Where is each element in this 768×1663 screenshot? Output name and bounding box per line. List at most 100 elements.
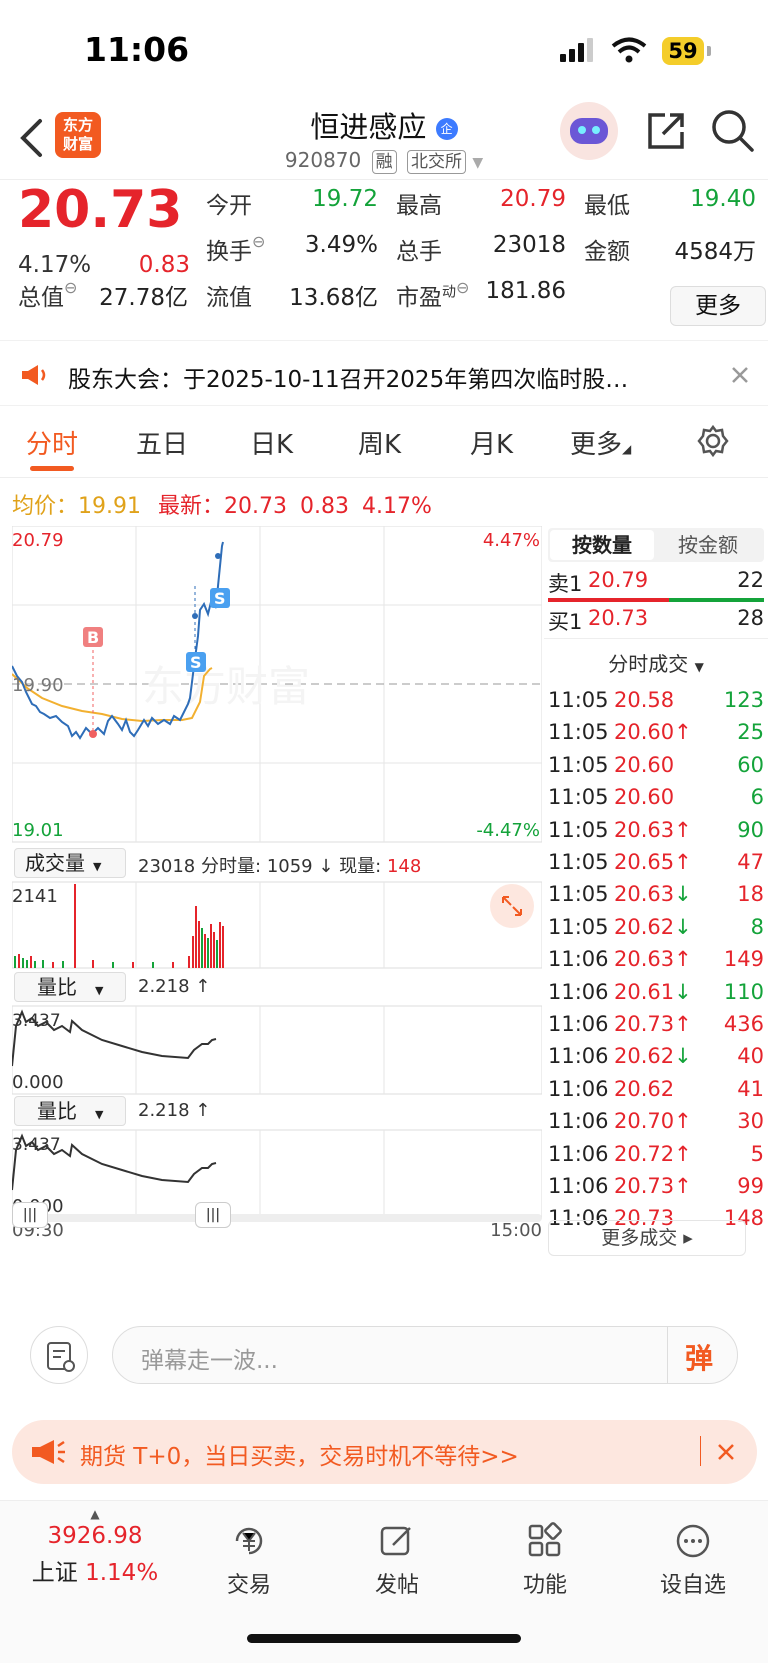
tab-weekly-k[interactable]: 周K xyxy=(358,424,401,461)
danmu-input[interactable]: 弹幕走一波... 弹 xyxy=(112,1326,738,1384)
trade-volume: 90 xyxy=(737,817,764,842)
notice-bar[interactable]: 股东大会：于2025-10-11召开2025年第四次临时股… xyxy=(0,340,768,406)
nav-function[interactable]: 功能 xyxy=(490,1521,600,1599)
trade-volume: 436 xyxy=(723,1012,764,1036)
nav-post[interactable]: 发帖 xyxy=(342,1521,452,1599)
intraday-chart[interactable]: 东方财富 B S S 20.79 19.90 19.01 4.47% -4.47… xyxy=(12,526,542,1246)
trade-time: 11:06 xyxy=(548,1174,609,1198)
trade-price: 20.63↑ xyxy=(614,817,692,842)
status-bar: 11:06 59 xyxy=(0,0,768,100)
pe-sup: 动 xyxy=(442,284,456,301)
more-button[interactable]: 更多 xyxy=(670,286,766,326)
ratio-selector[interactable]: 量比 ▼ xyxy=(14,972,126,1002)
trade-time: 11:06 xyxy=(548,979,609,1004)
nav-trade[interactable]: 交易 xyxy=(194,1521,304,1599)
wifi-icon xyxy=(611,37,647,63)
volume-value: 23018 xyxy=(492,232,566,258)
index-ticker[interactable]: ▲ 3926.98 上证 1.14% xyxy=(20,1507,170,1587)
turnover-label[interactable]: 换手⊖ xyxy=(206,232,265,266)
trade-price: 20.61↓ xyxy=(614,979,692,1004)
tab-by-amount[interactable]: 按金额 xyxy=(656,530,760,560)
megaphone-icon xyxy=(22,365,46,385)
tab-indicator xyxy=(30,466,74,471)
trade-row: 11:06 20.62↓ 40 xyxy=(548,1044,764,1078)
trade-volume: 47 xyxy=(737,850,764,874)
trade-volume: 25 xyxy=(737,720,764,745)
volume-selector-label: 成交量 xyxy=(25,851,85,875)
y-top-label: 20.79 xyxy=(12,530,64,551)
nav-watchlist[interactable]: 设自选 xyxy=(638,1521,748,1599)
info-icon: ⊖ xyxy=(64,278,78,297)
tab-by-volume[interactable]: 按数量 xyxy=(550,530,654,560)
nav-post-label: 发帖 xyxy=(374,1573,419,1598)
promo-text: 期货 T+0，当日买卖，交易时机不等待>> xyxy=(80,1444,519,1470)
robot-avatar-icon[interactable] xyxy=(560,102,618,160)
danmu-list-icon[interactable] xyxy=(30,1326,88,1384)
trade-price: 20.72↑ xyxy=(614,1141,692,1166)
trade-volume: 6 xyxy=(750,785,764,810)
dropdown-icon[interactable]: ▼ xyxy=(472,155,483,171)
order-book: 按数量 按金额 卖1 20.79 22 买1 20.73 28 分时成交 ▼ 1… xyxy=(544,526,768,1306)
trade-row: 11:05 20.60 60 xyxy=(548,753,764,787)
status-time: 11:06 xyxy=(84,30,190,69)
buy-marker: B xyxy=(87,628,99,647)
volume-selector[interactable]: 成交量 ▼ xyxy=(14,848,126,878)
trade-time: 11:05 xyxy=(548,817,609,842)
close-icon[interactable] xyxy=(730,365,750,385)
tab-five-day[interactable]: 五日 xyxy=(136,424,188,461)
trade-time: 11:05 xyxy=(548,720,609,745)
amount-label: 金额 xyxy=(584,239,630,265)
bid1-vol: 28 xyxy=(737,606,764,630)
sell-marker: S xyxy=(190,653,202,672)
home-indicator xyxy=(247,1634,521,1643)
tab-monthly-k[interactable]: 月K xyxy=(470,424,513,461)
ratio-top-label-2: 3.437 xyxy=(12,1135,61,1155)
trade-volume: 123 xyxy=(723,688,764,712)
danmu-send-button[interactable]: 弹 xyxy=(685,1337,713,1377)
vol-minute: 1059 xyxy=(266,856,313,877)
avg-label: 均价： xyxy=(12,494,79,519)
ratio-selector-2[interactable]: 量比 ▼ xyxy=(14,1096,126,1126)
ask1-vol: 22 xyxy=(737,568,764,592)
trade-volume: 5 xyxy=(750,1141,764,1166)
trade-price: 20.65↑ xyxy=(614,850,692,874)
last-price: 20.73 xyxy=(18,180,183,240)
vol-now-label: 现量: xyxy=(339,856,382,877)
pct-bot-label: -4.47% xyxy=(476,820,540,841)
range-handle-right[interactable]: ||| xyxy=(195,1202,231,1228)
mcap-label[interactable]: 总值⊖ xyxy=(18,278,77,312)
ask1-label: 卖1 xyxy=(548,572,583,596)
close-icon[interactable] xyxy=(716,1442,736,1462)
promo-banner[interactable]: 期货 T+0，当日买卖，交易时机不等待>> xyxy=(12,1420,757,1484)
trades-header[interactable]: 分时成交 ▼ xyxy=(544,648,768,677)
y-mid-label: 19.90 xyxy=(12,675,64,696)
search-icon[interactable] xyxy=(710,108,754,154)
latest-change: 0.83 xyxy=(300,494,349,519)
tab-more[interactable]: 更多◢ xyxy=(570,424,631,461)
bid-ask-bar xyxy=(548,598,764,602)
range-handle-left[interactable]: ||| xyxy=(12,1202,48,1228)
range-track xyxy=(12,1214,542,1222)
nav-trade-label: 交易 xyxy=(226,1573,271,1598)
float-value: 13.68亿 xyxy=(289,285,378,311)
battery-tip xyxy=(707,46,711,56)
share-icon[interactable] xyxy=(645,110,687,152)
index-name: 上证 xyxy=(31,1560,78,1586)
trade-volume: 99 xyxy=(737,1174,764,1198)
trade-price: 20.62↓ xyxy=(614,914,692,939)
turnover-value: 3.49% xyxy=(304,232,378,258)
dropdown-icon: ▼ xyxy=(694,660,704,674)
dropdown-icon: ▼ xyxy=(95,984,104,997)
tab-more-label: 更多 xyxy=(570,430,623,460)
more-trades-button[interactable]: 更多成交 ▸ xyxy=(548,1220,746,1256)
trade-time: 11:05 xyxy=(548,882,609,907)
pe-label[interactable]: 市盈动⊖ xyxy=(396,278,469,312)
trade-time: 11:05 xyxy=(548,752,609,777)
orderbook-tabs: 按数量 按金额 xyxy=(548,528,764,562)
mcap-label-text: 总值 xyxy=(18,285,64,311)
company-badge: 企 xyxy=(435,118,458,140)
settings-gear-icon[interactable] xyxy=(696,424,730,458)
tab-daily-k[interactable]: 日K xyxy=(250,424,293,461)
info-icon: ⊖ xyxy=(456,278,470,297)
tab-intraday[interactable]: 分时 xyxy=(26,424,78,461)
